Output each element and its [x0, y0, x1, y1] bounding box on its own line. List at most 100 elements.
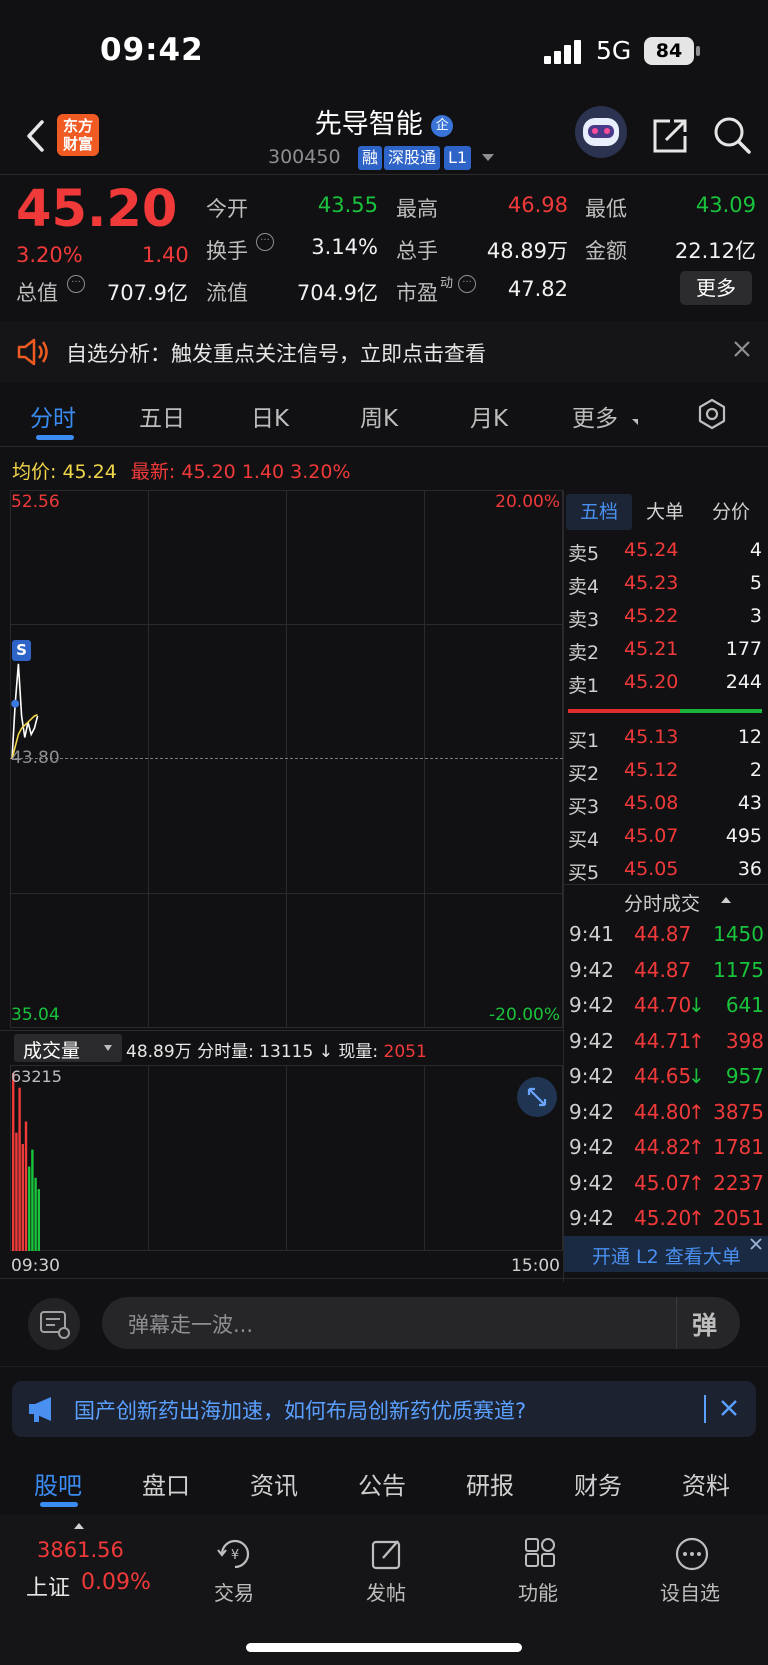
signal-marker[interactable]: S [12, 640, 31, 661]
index-name[interactable]: 上证 [26, 1570, 70, 1602]
tab-intraday[interactable]: 分时 [30, 399, 76, 433]
network-label: 5G [596, 36, 632, 65]
ob-level-label: 卖4 [568, 576, 600, 598]
quote-value-amount: 22.12亿 [674, 239, 756, 263]
l2-banner[interactable]: 开通 L2 查看大单 [564, 1236, 768, 1272]
tab-daily-k[interactable]: 日K [251, 399, 289, 433]
quote-value-volume: 48.89万 [486, 239, 568, 263]
trade-price: 44.87 [634, 957, 692, 982]
functions-icon[interactable] [523, 1537, 557, 1571]
section-tab-book[interactable]: 盘口 [142, 1466, 190, 1501]
buy-row[interactable]: 买5 45.05 36 [568, 858, 762, 886]
y-axis-min: 35.04 [11, 1005, 60, 1025]
index-value[interactable]: 3861.56 [37, 1538, 124, 1562]
caret-down-icon[interactable] [482, 154, 494, 161]
info-icon[interactable]: ··· [67, 275, 85, 293]
quote-label-low: 最低 [585, 197, 627, 221]
sell-row[interactable]: 卖1 45.20 244 [568, 671, 762, 699]
trade-icon[interactable]: ¥ [216, 1537, 254, 1571]
sell-row[interactable]: 卖2 45.21 177 [568, 638, 762, 666]
nav-post[interactable]: 发帖 [366, 1577, 406, 1606]
nav-functions[interactable]: 功能 [518, 1577, 558, 1606]
tab-active-indicator [40, 1502, 78, 1507]
triangle-icon [632, 419, 638, 425]
search-icon[interactable] [712, 115, 752, 155]
tag-margin[interactable]: 融 [358, 146, 383, 170]
quote-label-float-cap: 流值 [206, 281, 248, 305]
tag-connect[interactable]: 深股通 [384, 146, 441, 170]
volume-chart[interactable] [10, 1065, 563, 1251]
robot-avatar-icon[interactable] [575, 106, 627, 158]
news-banner[interactable]: 国产创新药出海加速，如何布局创新药优质赛道? [12, 1381, 756, 1437]
sell-row[interactable]: 卖5 45.24 4 [568, 539, 762, 567]
settings-icon[interactable] [696, 398, 728, 430]
section-tab-profile[interactable]: 资料 [682, 1466, 730, 1501]
signal-dot [11, 699, 20, 708]
tag-level[interactable]: L1 [444, 146, 472, 170]
trade-row: 9:42 44.71 ↑ 398 [568, 1029, 764, 1059]
post-icon[interactable] [370, 1537, 404, 1571]
ob-tab-five[interactable]: 五档 [580, 497, 618, 524]
danmaku-send-icon[interactable]: 弹 [692, 1306, 717, 1342]
intraday-chart[interactable]: S [10, 490, 563, 1028]
tab-monthly-k[interactable]: 月K [470, 399, 508, 433]
comment-tool-icon[interactable] [28, 1298, 80, 1350]
price-info-line: 均价: 45.24 最新: 45.20 1.40 3.20% [12, 457, 351, 484]
tab-five-day[interactable]: 五日 [139, 399, 185, 433]
quote-label-pe-sup: 动 [440, 276, 454, 291]
info-icon[interactable]: ··· [256, 233, 274, 251]
latest-change: 1.40 [241, 461, 285, 483]
trades-title[interactable]: 分时成交 [624, 889, 700, 916]
nav-add-watchlist[interactable]: 设自选 [660, 1577, 720, 1606]
speaker-icon [16, 337, 50, 367]
volume-total: 48.89万 [126, 1042, 192, 1062]
comment-placeholder: 弹幕走一波... [128, 1313, 254, 1337]
index-percent[interactable]: 0.09% [81, 1570, 151, 1595]
tab-more[interactable]: 更多 [572, 399, 618, 433]
change-percent: 3.20% [16, 243, 83, 267]
trade-row: 9:42 44.80 ↑ 3875 [568, 1100, 764, 1130]
trade-row: 9:41 44.87 1450 [568, 922, 764, 952]
ob-price: 45.23 [624, 572, 679, 594]
ob-tab-big[interactable]: 大单 [646, 497, 684, 524]
trade-volume: 1175 [713, 957, 764, 982]
section-tab-notices[interactable]: 公告 [358, 1466, 406, 1501]
nav-trade[interactable]: 交易 [214, 1577, 254, 1606]
buy-row[interactable]: 买4 45.07 495 [568, 825, 762, 853]
section-tab-news[interactable]: 资讯 [250, 1466, 298, 1501]
alert-bar[interactable]: 自选分析：触发重点关注信号，立即点击查看 [0, 321, 768, 383]
expand-icon[interactable] [517, 1077, 557, 1117]
buy-row[interactable]: 买2 45.12 2 [568, 759, 762, 787]
section-tab-research[interactable]: 研报 [466, 1466, 514, 1501]
close-icon[interactable] [747, 1235, 765, 1253]
stock-code: 300450 [268, 146, 341, 168]
buy-row[interactable]: 买3 45.08 43 [568, 792, 762, 820]
volume-selector[interactable]: 成交量 [14, 1034, 122, 1062]
trade-price: 44.80 [634, 1099, 692, 1124]
volume-bar [15, 1132, 18, 1251]
home-indicator [246, 1643, 522, 1652]
sell-row[interactable]: 卖4 45.23 5 [568, 572, 762, 600]
section-tab-finance[interactable]: 财务 [574, 1466, 622, 1501]
tab-weekly-k[interactable]: 周K [360, 399, 398, 433]
alert-text: 自选分析：触发重点关注信号，立即点击查看 [66, 342, 486, 366]
megaphone-icon [26, 1395, 58, 1423]
ob-volume: 495 [725, 825, 762, 847]
ob-tab-price[interactable]: 分价 [712, 497, 750, 524]
close-icon[interactable] [718, 1397, 740, 1419]
more-dots-icon[interactable] [674, 1536, 710, 1572]
buy-row[interactable]: 买1 45.13 12 [568, 726, 762, 754]
comment-input[interactable]: 弹幕走一波... 弹 [102, 1297, 740, 1349]
more-button[interactable]: 更多 [680, 271, 752, 305]
quote-value-market-cap: 707.9亿 [106, 281, 188, 305]
close-icon[interactable] [732, 339, 752, 359]
info-icon[interactable]: ··· [458, 275, 476, 293]
section-tab-forum[interactable]: 股吧 [34, 1466, 82, 1501]
ob-level-label: 买4 [568, 829, 600, 851]
trade-row: 9:42 44.65 ↓ 957 [568, 1064, 764, 1094]
sell-row[interactable]: 卖3 45.22 3 [568, 605, 762, 633]
share-icon[interactable] [650, 116, 690, 156]
ob-volume: 3 [749, 605, 762, 627]
trade-time: 9:42 [569, 1135, 614, 1159]
trade-time: 9:41 [569, 922, 614, 946]
